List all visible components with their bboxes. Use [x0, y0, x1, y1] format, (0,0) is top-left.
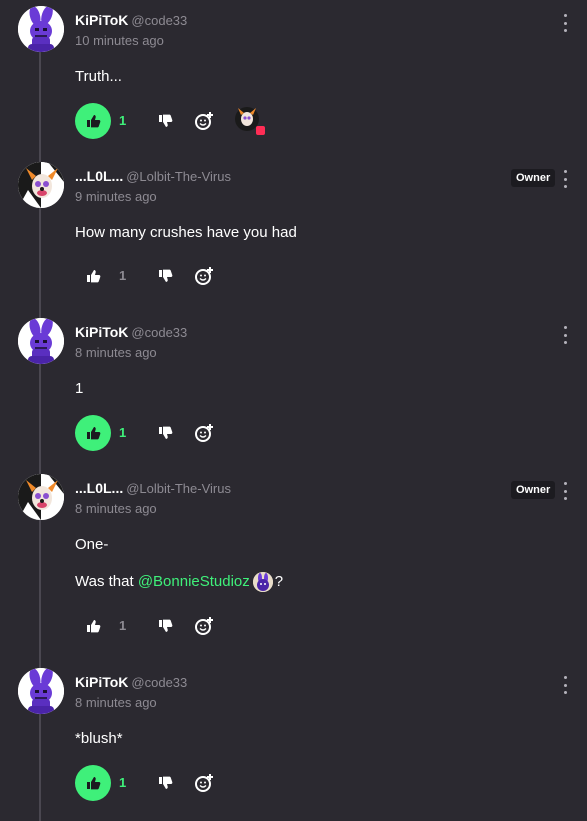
like-count: 1: [119, 618, 127, 633]
avatar[interactable]: [18, 6, 64, 52]
avatar[interactable]: [18, 162, 64, 208]
like-button[interactable]: [75, 258, 111, 294]
add-reaction-icon: [195, 267, 213, 285]
user-mention-link[interactable]: @BonnieStudioz: [138, 573, 250, 590]
like-count: 1: [119, 425, 127, 440]
like-button[interactable]: [75, 415, 111, 451]
timestamp: 8 minutes ago: [75, 695, 157, 710]
lolbit-avatar-image: [18, 162, 64, 208]
like-button[interactable]: [75, 103, 111, 139]
username[interactable]: KiPiToK: [75, 12, 128, 28]
timestamp: 9 minutes ago: [75, 189, 157, 204]
reaction-chip[interactable]: [233, 106, 267, 136]
kebab-menu-icon: [563, 676, 567, 679]
kebab-menu-icon: [563, 14, 567, 17]
dislike-button[interactable]: [155, 773, 175, 793]
username[interactable]: KiPiToK: [75, 324, 128, 340]
mention-avatar: [252, 572, 273, 592]
kebab-menu-icon: [563, 482, 567, 485]
thumbs-down-icon: [159, 426, 173, 439]
thumbs-up-icon: [87, 427, 101, 440]
username[interactable]: ...L0L...: [75, 480, 123, 496]
like-count: 1: [119, 268, 127, 283]
avatar[interactable]: [18, 668, 64, 714]
add-reaction-icon: [195, 424, 213, 442]
more-options-button[interactable]: [559, 170, 571, 188]
thumbs-down-icon: [159, 619, 173, 632]
add-reaction-button[interactable]: [193, 422, 215, 444]
user-handle[interactable]: @code33: [131, 13, 187, 28]
kebab-menu-icon: [563, 170, 567, 173]
avatar[interactable]: [18, 474, 64, 520]
thumbs-down-icon: [159, 114, 173, 127]
bonnie-avatar-image: [18, 318, 64, 364]
timestamp: 8 minutes ago: [75, 501, 157, 516]
user-handle[interactable]: @code33: [131, 325, 187, 340]
thumbs-up-icon: [87, 115, 101, 128]
thumbs-down-icon: [159, 776, 173, 789]
like-count: 1: [119, 113, 127, 128]
add-reaction-icon: [195, 617, 213, 635]
dislike-button[interactable]: [155, 111, 175, 131]
more-options-button[interactable]: [559, 676, 571, 694]
text-fragment: Was that: [75, 572, 138, 590]
username[interactable]: ...L0L...: [75, 168, 123, 184]
more-options-button[interactable]: [559, 326, 571, 344]
bonnie-avatar-image: [18, 668, 64, 714]
more-options-button[interactable]: [559, 482, 571, 500]
like-button[interactable]: [75, 608, 111, 644]
user-handle[interactable]: @Lolbit-The-Virus: [126, 481, 231, 496]
kebab-menu-icon: [563, 326, 567, 329]
add-reaction-button[interactable]: [193, 772, 215, 794]
comment-text: How many crushes have you had: [75, 224, 297, 241]
thumbs-up-icon: [87, 270, 101, 283]
owner-badge: Owner: [511, 169, 556, 187]
user-handle[interactable]: @Lolbit-The-Virus: [126, 169, 231, 184]
add-reaction-button[interactable]: [193, 110, 215, 132]
user-reaction-avatar: [235, 107, 265, 135]
comment-text: One-: [75, 536, 109, 553]
add-reaction-button[interactable]: [193, 265, 215, 287]
username[interactable]: KiPiToK: [75, 674, 128, 690]
dislike-button[interactable]: [155, 266, 175, 286]
timestamp: 8 minutes ago: [75, 345, 157, 360]
like-button[interactable]: [75, 765, 111, 801]
more-options-button[interactable]: [559, 14, 571, 32]
add-reaction-button[interactable]: [193, 615, 215, 637]
text-fragment: ?: [274, 572, 284, 590]
thumbs-up-icon: [87, 620, 101, 633]
user-handle[interactable]: @code33: [131, 675, 187, 690]
timestamp: 10 minutes ago: [75, 33, 164, 48]
comment-text: 1: [75, 380, 84, 397]
add-reaction-icon: [195, 112, 213, 130]
avatar[interactable]: [18, 318, 64, 364]
dislike-button[interactable]: [155, 616, 175, 636]
thumbs-up-icon: [87, 777, 101, 790]
thumbs-down-icon: [159, 269, 173, 282]
bonnie-avatar-image: [18, 6, 64, 52]
owner-badge: Owner: [511, 481, 556, 499]
dislike-button[interactable]: [155, 423, 175, 443]
mention-avatar-image: [252, 572, 273, 592]
lolbit-avatar-image: [18, 474, 64, 520]
comment-text: Truth...: [75, 68, 122, 85]
comment-text-line: Was that @BonnieStudioz?: [75, 572, 283, 592]
like-count: 1: [119, 775, 127, 790]
add-reaction-icon: [195, 774, 213, 792]
comment-text: *blush*: [75, 730, 123, 747]
